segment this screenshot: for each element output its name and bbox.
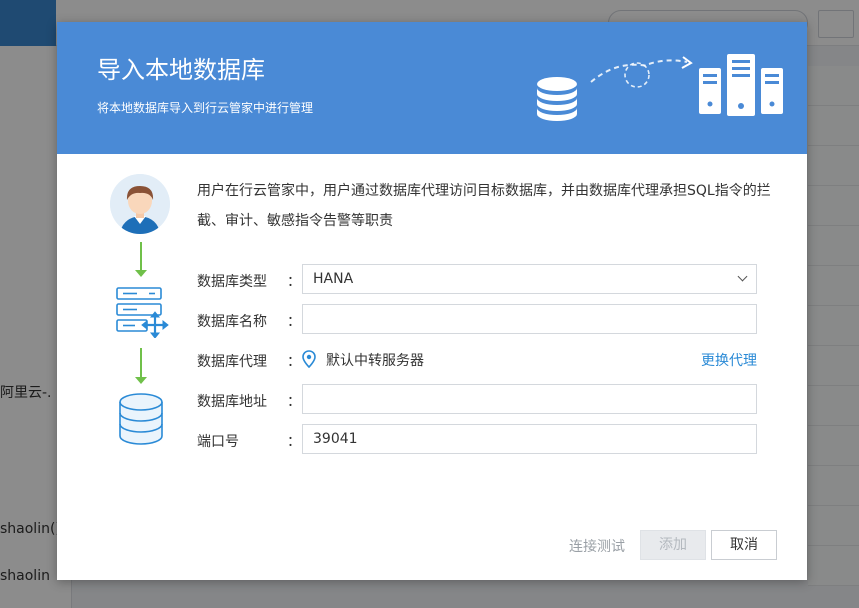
- change-proxy-link[interactable]: 更换代理: [701, 350, 757, 370]
- flow-arrow-icon: [135, 270, 147, 277]
- location-pin-icon: [302, 350, 316, 368]
- dialog-subtitle: 将本地数据库导入到行云管家中进行管理: [97, 101, 314, 115]
- db-address-input[interactable]: [302, 384, 757, 414]
- transfer-arrow-icon: [590, 56, 693, 88]
- colon: ：: [287, 314, 301, 330]
- colon: ：: [287, 274, 301, 290]
- colon: ：: [287, 434, 301, 450]
- db-name-label: 数据库名称: [197, 314, 267, 330]
- chevron-down-icon: [737, 271, 748, 282]
- port-input[interactable]: [302, 424, 757, 454]
- flow-arrow-icon: [135, 377, 147, 384]
- add-button[interactable]: 添加: [640, 530, 706, 560]
- flow-connector: [140, 348, 142, 378]
- colon: ：: [287, 354, 301, 370]
- db-address-label: 数据库地址: [197, 394, 267, 410]
- port-label: 端口号: [197, 434, 239, 450]
- db-proxy-label: 数据库代理: [197, 354, 267, 370]
- dialog-description: 用户在行云管家中，用户通过数据库代理访问目标数据库，并由数据库代理承担SQL指令…: [197, 183, 771, 229]
- database-icon: [537, 77, 577, 121]
- db-type-value: HANA: [313, 271, 354, 287]
- db-proxy-value: 默认中转服务器: [326, 353, 424, 369]
- colon: ：: [287, 394, 301, 410]
- user-avatar-icon: [110, 174, 170, 234]
- db-name-input[interactable]: [302, 304, 757, 334]
- db-type-label: 数据库类型: [197, 274, 267, 290]
- cancel-button[interactable]: 取消: [711, 530, 777, 560]
- dialog-header: 导入本地数据库 将本地数据库导入到行云管家中进行管理: [57, 22, 807, 154]
- connection-test-button[interactable]: 连接测试: [569, 536, 625, 556]
- dialog-title: 导入本地数据库: [97, 56, 265, 84]
- db-type-select[interactable]: HANA: [302, 264, 757, 294]
- import-database-dialog: 导入本地数据库 将本地数据库导入到行云管家中进行管理 用户在行云管家中，用户通过…: [57, 22, 807, 580]
- server-rack-icon: [699, 54, 783, 116]
- proxy-server-icon: [116, 287, 169, 338]
- flow-connector: [140, 242, 142, 270]
- database-icon: [119, 393, 163, 445]
